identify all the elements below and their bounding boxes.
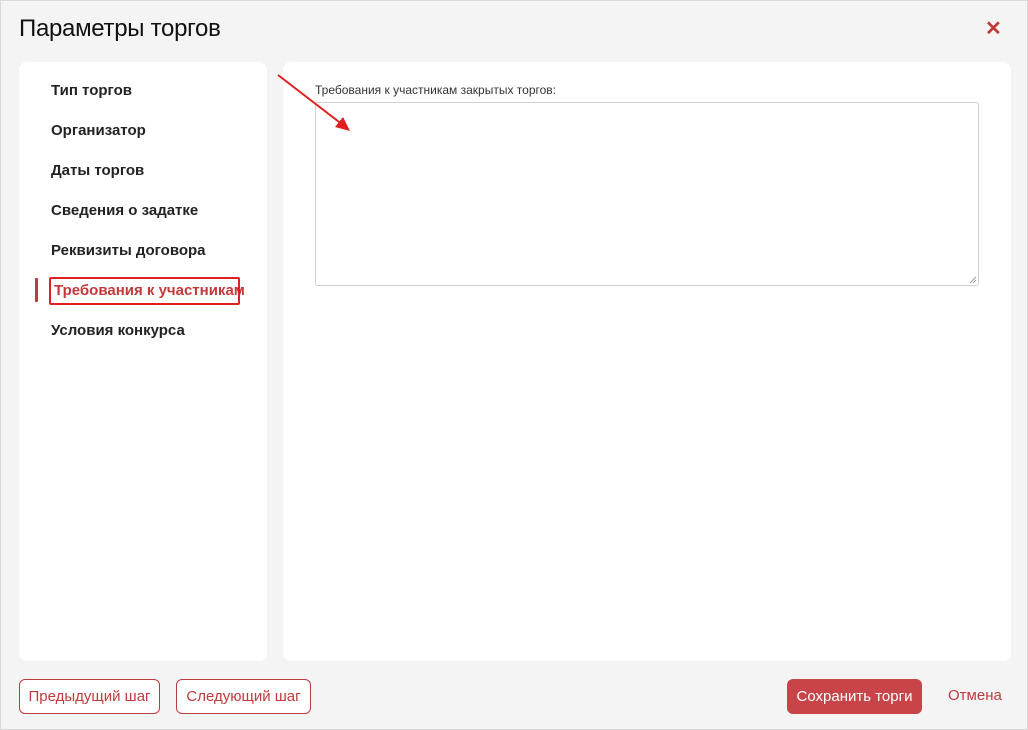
- next-step-button[interactable]: Следующий шаг: [176, 679, 311, 714]
- annotation-highlight-box: [49, 277, 240, 305]
- close-icon[interactable]: ✕: [985, 19, 1002, 39]
- sidebar-item-organizer[interactable]: Организатор: [51, 122, 146, 139]
- sidebar-item-trade-type[interactable]: Тип торгов: [51, 82, 132, 99]
- requirements-textarea[interactable]: [315, 102, 979, 286]
- save-trade-button[interactable]: Сохранить торги: [787, 679, 922, 714]
- cancel-button[interactable]: Отмена: [948, 687, 1002, 704]
- dialog-title: Параметры торгов: [19, 15, 221, 42]
- sidebar: Тип торгов Организатор Даты торгов Сведе…: [19, 62, 267, 661]
- sidebar-item-deposit-info[interactable]: Сведения о задатке: [51, 202, 198, 219]
- sidebar-item-contest-conditions[interactable]: Условия конкурса: [51, 322, 185, 339]
- prev-step-button[interactable]: Предыдущий шаг: [19, 679, 160, 714]
- sidebar-item-trade-dates[interactable]: Даты торгов: [51, 162, 144, 179]
- annotation-arrow-icon: [277, 74, 350, 131]
- sidebar-item-contract-details[interactable]: Реквизиты договора: [51, 242, 206, 259]
- resize-grip-icon[interactable]: [969, 276, 977, 284]
- active-indicator: [35, 278, 38, 302]
- main-panel: Требования к участникам закрытых торгов:: [283, 62, 1011, 661]
- dialog: Параметры торгов ✕ Тип торгов Организато…: [0, 0, 1028, 730]
